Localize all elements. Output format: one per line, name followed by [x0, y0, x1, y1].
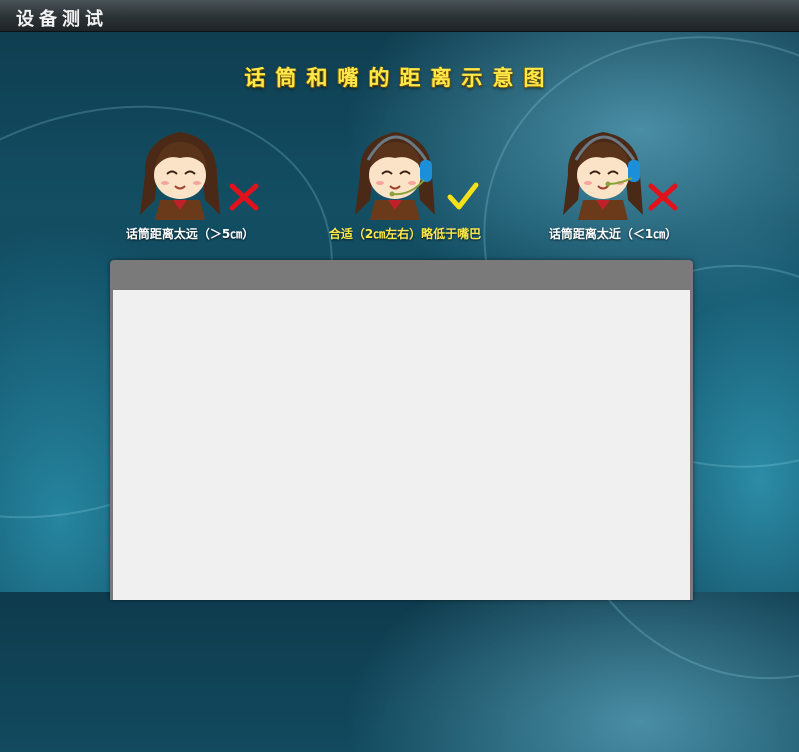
girl-character-icon — [140, 132, 220, 220]
diagram-heading: 话筒和嘴的距离示意图 — [244, 65, 555, 90]
figure-caption: 话筒距离太远（＞5㎝） — [125, 227, 255, 241]
figure-too-close: 话筒距离太近（＜1㎝） — [518, 120, 708, 250]
test-panel — [110, 260, 693, 600]
figure-correct: 合适（2㎝左右）略低于嘴巴 — [310, 120, 500, 250]
title-bar: 设备测试 — [0, 0, 799, 32]
figure-too-far: 话筒距离太远（＞5㎝） — [95, 120, 285, 250]
girl-character-with-headset-icon — [355, 132, 435, 220]
figure-caption: 合适（2㎝左右）略低于嘴巴 — [328, 227, 482, 241]
girl-character-with-headset-icon — [563, 132, 643, 220]
check-icon — [447, 182, 479, 210]
cross-icon — [648, 183, 678, 211]
window-title: 设备测试 — [16, 9, 108, 30]
test-panel-content — [113, 290, 690, 600]
cross-icon — [229, 183, 259, 211]
figure-caption: 话筒距离太近（＜1㎝） — [548, 227, 678, 241]
